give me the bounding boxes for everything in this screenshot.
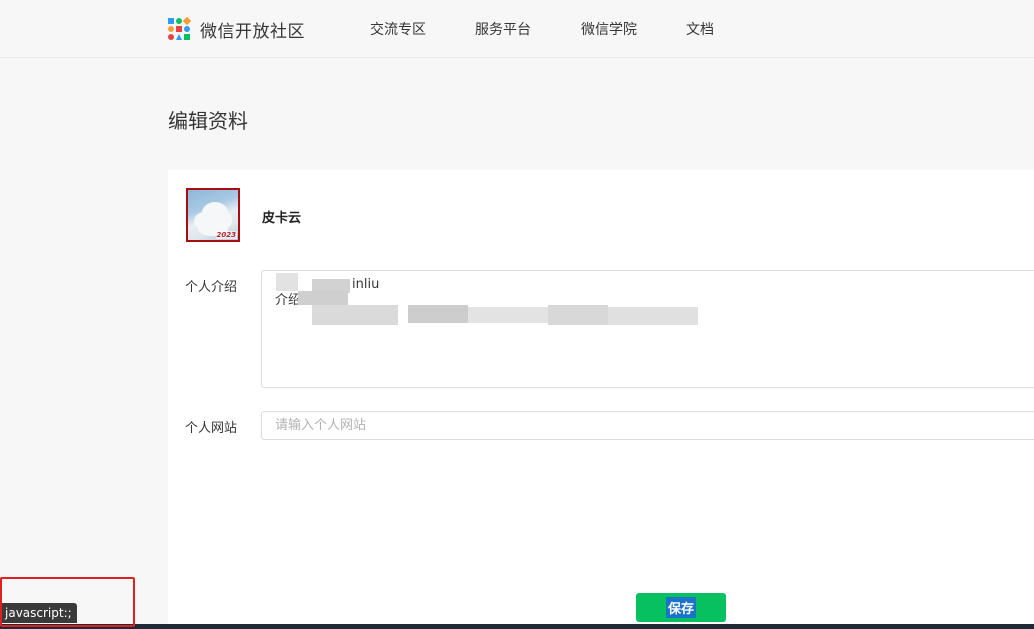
nav-item-wechat-academy[interactable]: 微信学院: [581, 19, 637, 39]
save-button-label: 保存: [665, 597, 696, 618]
profile-edit-card: 2023 皮卡云 个人介绍 inliu 介绍: 个人网站 保存: [168, 170, 1034, 629]
website-label: 个人网站: [185, 421, 238, 436]
redaction-mosaic: [608, 307, 698, 325]
brand-logo[interactable]: 微信开放社区: [168, 16, 305, 42]
top-navigation-bar: 微信开放社区 交流专区 服务平台 微信学院 文档: [0, 0, 1034, 58]
nav-item-service-platform[interactable]: 服务平台: [475, 19, 531, 39]
bio-line: inliu: [352, 277, 380, 292]
avatar-year-tag: 2023: [215, 231, 237, 239]
redaction-mosaic: [276, 273, 298, 291]
redaction-mosaic: [548, 305, 608, 325]
page-title: 编辑资料: [168, 109, 248, 133]
nav-item-docs[interactable]: 文档: [686, 19, 714, 39]
wechat-open-community-logo-icon: [168, 16, 192, 41]
save-button[interactable]: 保存: [636, 593, 726, 622]
bio-label: 个人介绍: [185, 280, 238, 295]
brand-name: 微信开放社区: [200, 21, 305, 42]
nickname: 皮卡云: [262, 211, 302, 226]
redaction-mosaic: [468, 307, 548, 323]
avatar[interactable]: 2023: [186, 188, 240, 242]
bottom-edge-strip: [0, 624, 1034, 629]
redaction-mosaic: [312, 305, 398, 325]
redaction-mosaic: [298, 291, 348, 305]
redaction-mosaic: [408, 305, 468, 323]
website-input[interactable]: [261, 411, 1034, 440]
bio-textarea[interactable]: inliu 介绍:: [261, 270, 1034, 388]
annotation-highlight-box: [0, 577, 135, 627]
nav-item-community[interactable]: 交流专区: [370, 19, 426, 39]
